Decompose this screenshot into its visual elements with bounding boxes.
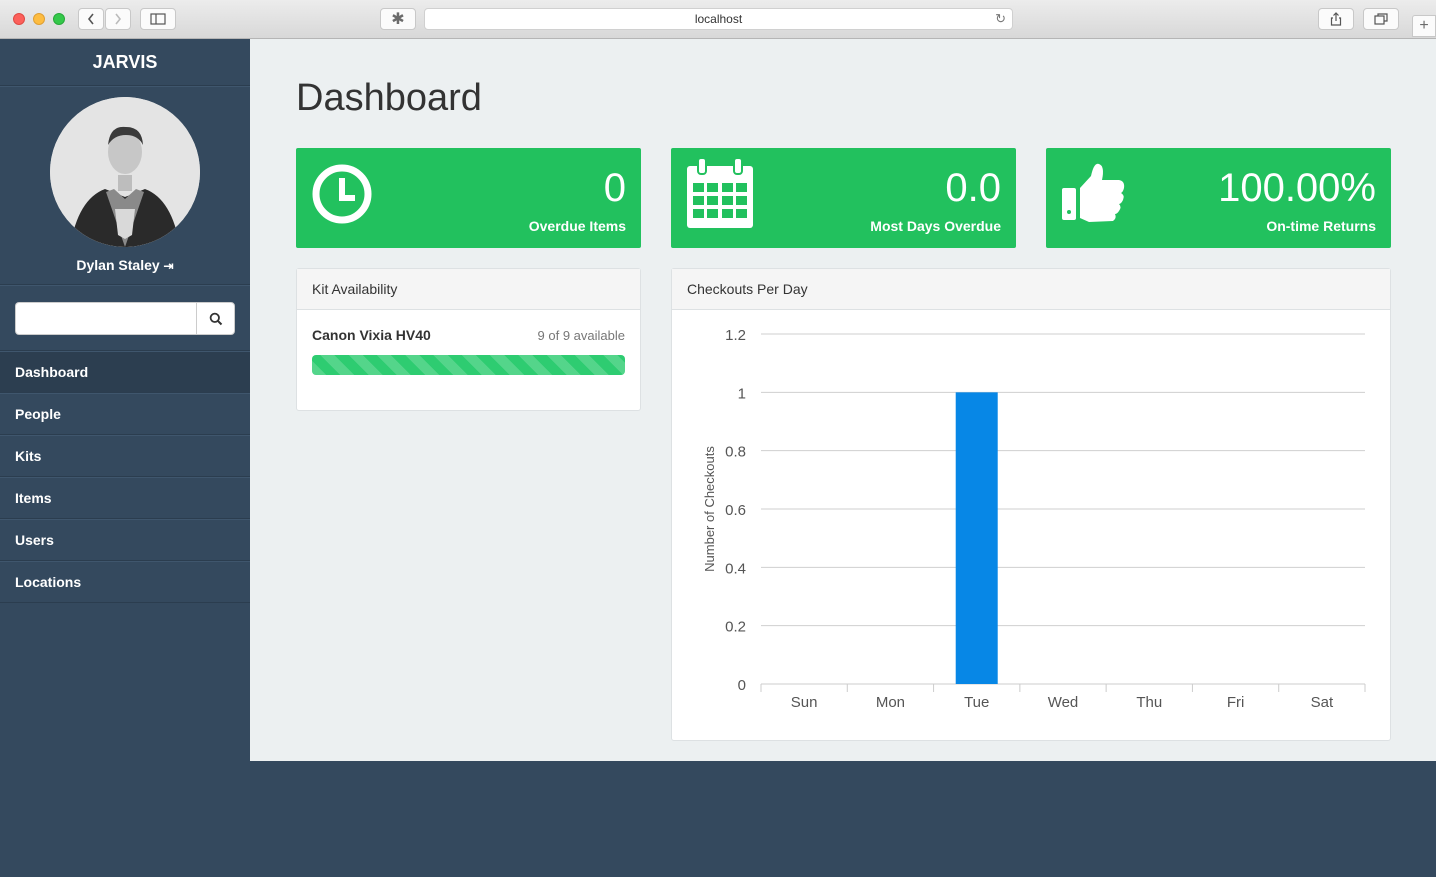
share-button[interactable] (1318, 8, 1354, 30)
share-icon (1330, 12, 1342, 26)
panel-title: Kit Availability (297, 269, 640, 310)
checkouts-bar-chart: 0 0.2 0.4 0.6 0.8 1 1.2 Sun Mon Tue Wed Thu Fri Sat Nu… (702, 327, 1366, 711)
x-tick-label: Thu (1136, 694, 1162, 711)
x-tick-label: Mon (876, 694, 905, 711)
stat-value: 0 (603, 166, 626, 210)
stat-value: 100.00% (1218, 166, 1376, 210)
calendar-icon (686, 157, 754, 243)
sidebar-toggle-button[interactable] (140, 8, 176, 30)
address-bar[interactable]: localhost ↻ (424, 8, 1013, 30)
stat-card-overdue-items: 0 Overdue Items (296, 148, 641, 248)
y-tick-label: 0.2 (725, 619, 746, 636)
minimize-window-button[interactable] (33, 13, 45, 25)
sidebar-item-people[interactable]: People (0, 393, 250, 435)
x-tick-label: Sun (791, 694, 818, 711)
user-profile: Dylan Staley ⇥ (0, 86, 250, 285)
browser-toolbar: ✱ localhost ↻ + (0, 0, 1436, 39)
y-tick-label: 1.2 (725, 327, 746, 344)
new-tab-button[interactable]: + (1412, 15, 1436, 37)
clock-icon (311, 158, 373, 243)
y-tick-label: 0 (738, 677, 746, 694)
sidebar-item-users[interactable]: Users (0, 519, 250, 561)
stat-card-most-days-overdue: 0.0 Most Days Overdue (671, 148, 1016, 248)
stat-label: On-time Returns (1266, 218, 1376, 234)
sidebar-item-dashboard[interactable]: Dashboard (0, 351, 250, 393)
extension-button[interactable]: ✱ (380, 8, 416, 30)
stat-label: Most Days Overdue (870, 218, 1001, 234)
x-tick-label: Wed (1048, 694, 1079, 711)
tabs-button[interactable] (1363, 8, 1399, 30)
brand-title[interactable]: JARVIS (0, 39, 250, 86)
sidebar-item-kits[interactable]: Kits (0, 435, 250, 477)
search-input[interactable] (15, 302, 197, 335)
reload-icon[interactable]: ↻ (995, 11, 1006, 27)
forward-button[interactable] (105, 8, 131, 30)
kit-availability-panel: Kit Availability Canon Vixia HV40 9 of 9… (296, 268, 641, 411)
stat-card-on-time-returns: 100.00% On-time Returns (1046, 148, 1391, 248)
main-content: Dashboard 0 Overdue Items 0.0 Most Days … (250, 39, 1436, 761)
search-button[interactable] (196, 302, 235, 335)
thumbs-up-icon (1061, 158, 1127, 243)
back-button[interactable] (78, 8, 104, 30)
y-axis-label: Number of Checkouts (702, 446, 717, 572)
zoom-window-button[interactable] (53, 13, 65, 25)
x-tick-label: Fri (1227, 694, 1245, 711)
chevron-right-icon (115, 13, 122, 25)
tabs-icon (1374, 13, 1388, 25)
kit-progress-bar (312, 355, 625, 375)
sidebar-icon (150, 13, 166, 25)
sidebar: JARVIS Dylan Staley ⇥ Dashboard People K… (0, 39, 250, 877)
y-tick-label: 0.4 (725, 560, 746, 577)
x-tick-label: Sat (1311, 694, 1334, 711)
page-title: Dashboard (296, 77, 482, 119)
kit-name-link[interactable]: Canon Vixia HV40 (312, 327, 431, 343)
x-tick-label: Tue (964, 694, 989, 711)
sidebar-search (0, 285, 250, 351)
sidebar-nav: Dashboard People Kits Items Users Locati… (0, 351, 250, 603)
kit-availability-text: 9 of 9 available (537, 328, 625, 343)
sidebar-item-items[interactable]: Items (0, 477, 250, 519)
bar-tue (955, 392, 998, 684)
logout-icon[interactable]: ⇥ (164, 259, 174, 273)
y-tick-label: 1 (738, 385, 746, 402)
y-tick-label: 0.8 (725, 444, 746, 461)
avatar (50, 97, 200, 247)
y-tick-label: 0.6 (725, 502, 746, 519)
checkouts-chart-panel: Checkouts Per Day 0 0.2 0.4 0.6 0.8 1 1.2 Sun Mo… (671, 268, 1391, 741)
avatar-photo-icon (50, 97, 200, 247)
plus-icon: + (1419, 17, 1429, 34)
user-name-link[interactable]: Dylan Staley ⇥ (0, 257, 250, 273)
search-icon (209, 312, 222, 325)
stat-label: Overdue Items (528, 218, 626, 234)
chevron-left-icon (87, 13, 94, 25)
sidebar-item-locations[interactable]: Locations (0, 561, 250, 603)
stat-value: 0.0 (945, 166, 1001, 210)
progress-fill (312, 355, 625, 375)
asterisk-icon: ✱ (391, 11, 405, 28)
panel-title: Checkouts Per Day (672, 269, 1390, 310)
close-window-button[interactable] (13, 13, 25, 25)
url-text: localhost (694, 12, 743, 26)
